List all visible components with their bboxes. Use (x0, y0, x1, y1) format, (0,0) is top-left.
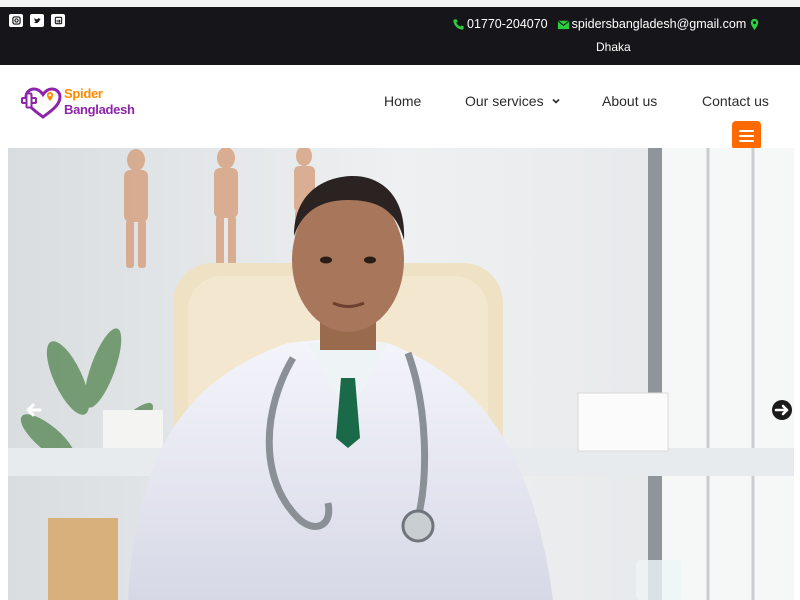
site-header: Spider Bangladesh Home Our services Abou… (0, 65, 800, 150)
location-text: Dhaka (596, 40, 631, 54)
linkedin-link[interactable] (51, 14, 65, 27)
top-bar: 01770-204070 spidersbangladesh@gmail.com… (0, 7, 800, 65)
email-link[interactable]: spidersbangladesh@gmail.com (572, 17, 747, 31)
slider-next-button[interactable] (771, 399, 793, 421)
twitter-link[interactable] (30, 14, 44, 27)
nav-our-services[interactable]: Our services (465, 93, 560, 109)
hamburger-line (739, 134, 754, 137)
chevron-down-icon (552, 97, 560, 105)
nav-about-us[interactable]: About us (602, 93, 657, 109)
top-edge-strip (0, 0, 800, 7)
hamburger-menu-button[interactable] (732, 121, 761, 150)
doctor-hero-image (8, 148, 794, 600)
nav-our-services-label: Our services (465, 93, 544, 109)
heart-cross-logo-icon (21, 87, 62, 119)
social-links (9, 14, 65, 27)
logo-text-line1: Spider (64, 86, 103, 101)
hero-slider (8, 148, 794, 600)
linkedin-icon (54, 16, 62, 25)
hamburger-line (739, 129, 754, 132)
contact-info: 01770-204070 spidersbangladesh@gmail.com (452, 17, 763, 31)
nav-home[interactable]: Home (384, 93, 421, 109)
nav-contact-us[interactable]: Contact us (702, 93, 769, 109)
location-pin-icon (748, 18, 761, 31)
hamburger-line (739, 139, 754, 142)
arrow-left-icon (26, 403, 42, 417)
logo-text-line2: Bangladesh (64, 102, 135, 117)
email-icon (557, 18, 570, 31)
phone-number-link[interactable]: 01770-204070 (467, 17, 548, 31)
phone-icon (452, 18, 465, 31)
slider-prev-button[interactable] (23, 399, 45, 421)
arrow-right-icon (772, 400, 792, 420)
instagram-icon (11, 16, 21, 25)
twitter-icon (33, 17, 41, 24)
site-logo[interactable]: Spider Bangladesh (21, 84, 149, 124)
instagram-link[interactable] (9, 14, 23, 27)
